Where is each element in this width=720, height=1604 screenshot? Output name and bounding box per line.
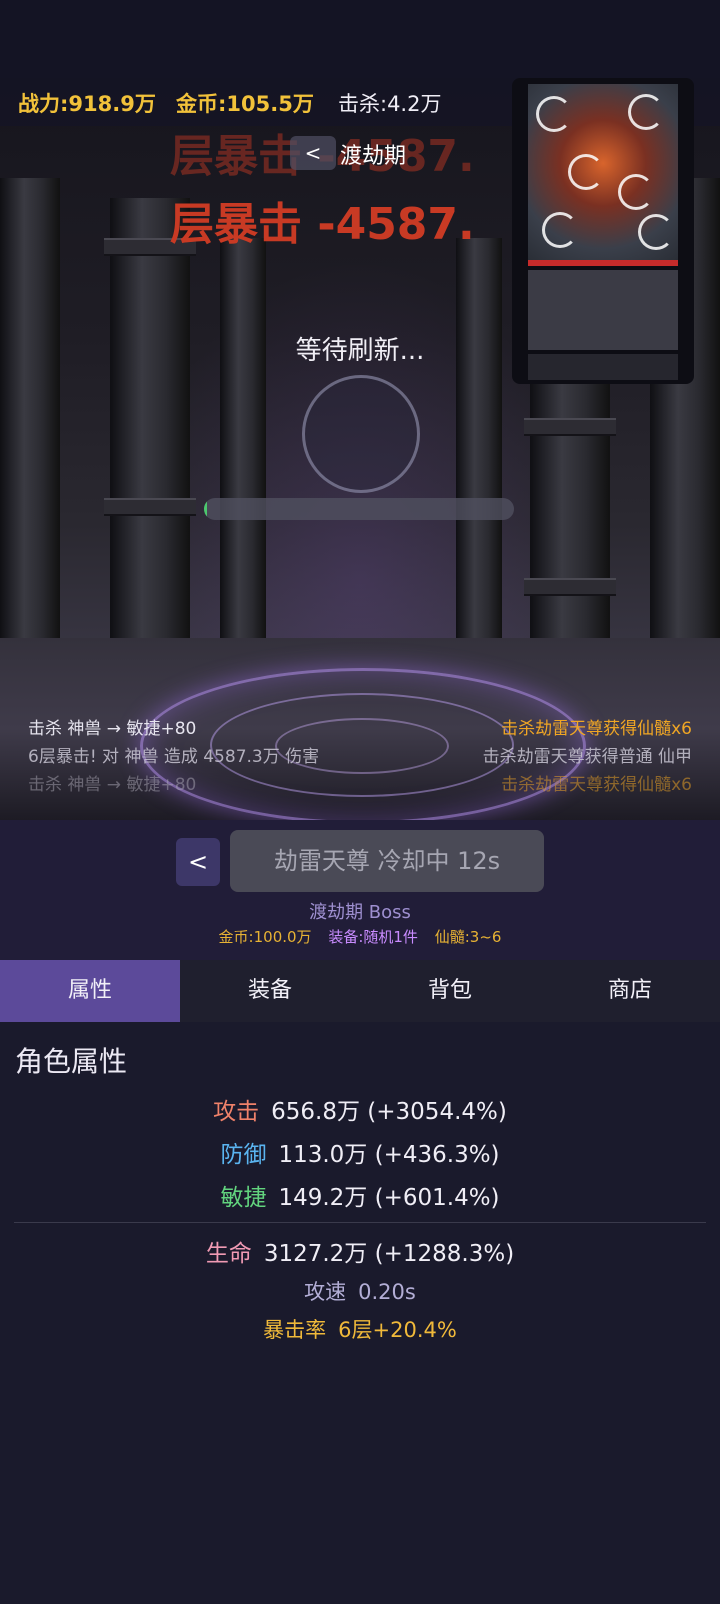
pillar-right-inner — [456, 238, 502, 658]
attr-crit-label: 暴击率 — [263, 1318, 327, 1342]
log-left-1: 击杀 神兽 → 敏捷+80 — [28, 719, 197, 739]
boss-subtitle: 渡劫期 Boss — [309, 902, 411, 923]
blade-icon — [542, 212, 578, 248]
minimap-battle — [528, 84, 678, 260]
tab-bar: 属性 装备 背包 商店 — [0, 960, 720, 1022]
blade-icon — [536, 96, 572, 132]
minimap-preview[interactable] — [512, 78, 694, 384]
reward-equip: 装备:随机1件 — [328, 928, 418, 946]
boss-rewards: 金币:100.0万 装备:随机1件 仙髓:3~6 — [0, 926, 720, 947]
blade-icon — [618, 174, 654, 210]
status-bar — [0, 0, 720, 78]
attr-hp-value: 3127.2万 (+1288.3%) — [263, 1241, 515, 1267]
log-left-2: 6层暴击! 对 神兽 造成 4587.3万 伤害 — [28, 747, 320, 767]
section-title: 角色属性 — [15, 1045, 128, 1078]
realm-title: 渡劫期 — [340, 144, 407, 169]
log-right-3: 击杀劫雷天尊获得仙髓x6 — [501, 775, 692, 795]
spawn-ring — [302, 375, 420, 493]
boss-back-button[interactable]: < — [176, 838, 220, 886]
minimap-nav — [528, 354, 678, 380]
attr-defense-value: 113.0万 (+436.3%) — [278, 1142, 500, 1168]
minimap-panel — [528, 270, 678, 350]
tab-bag[interactable]: 背包 — [360, 960, 540, 1022]
blade-icon — [638, 214, 674, 250]
scene-back-button[interactable]: < — [290, 136, 336, 170]
blade-icon — [568, 154, 604, 190]
attr-hp: 生命 3127.2万 (+1288.3%) — [0, 1234, 720, 1268]
boss-challenge-button[interactable]: 劫雷天尊 冷却中 12s — [230, 830, 544, 892]
attr-divider — [14, 1222, 706, 1223]
kill-stat: 击杀:4.2万 — [338, 92, 442, 116]
log-right-2: 击杀劫雷天尊获得普通 仙甲 — [482, 747, 692, 767]
attr-speed-value: 0.20s — [358, 1280, 416, 1304]
attr-speed: 攻速 0.20s — [0, 1276, 720, 1306]
refresh-progress-bar — [204, 498, 514, 520]
attr-defense-label: 防御 — [220, 1142, 267, 1168]
attr-attack-label: 攻击 — [213, 1099, 260, 1125]
reward-xs: 仙髓:3~6 — [434, 928, 502, 946]
attr-agility-value: 149.2万 (+601.4%) — [278, 1185, 500, 1211]
minimap-hp-bar — [528, 260, 678, 266]
tab-attributes[interactable]: 属性 — [0, 960, 180, 1022]
reward-gold: 金币:100.0万 — [218, 928, 312, 946]
attr-attack: 攻击 656.8万 (+3054.4%) — [0, 1092, 720, 1126]
attr-crit-value: 6层+20.4% — [338, 1318, 457, 1342]
log-right-1: 击杀劫雷天尊获得仙髓x6 — [501, 719, 692, 739]
attr-attack-value: 656.8万 (+3054.4%) — [271, 1099, 507, 1125]
pillar-left-inner — [220, 238, 266, 658]
tab-equipment[interactable]: 装备 — [180, 960, 360, 1022]
blade-icon — [628, 94, 664, 130]
attr-hp-label: 生命 — [205, 1241, 252, 1267]
tab-shop[interactable]: 商店 — [540, 960, 720, 1022]
floating-crit-damage: 层暴击 -4587. — [170, 199, 475, 250]
gold-stat: 金币:105.5万 — [176, 92, 314, 116]
attr-defense: 防御 113.0万 (+436.3%) — [0, 1135, 720, 1169]
attr-speed-label: 攻速 — [304, 1280, 347, 1304]
attr-agility: 敏捷 149.2万 (+601.4%) — [0, 1178, 720, 1212]
log-left-3: 击杀 神兽 → 敏捷+80 — [28, 775, 197, 795]
power-stat: 战力:918.9万 — [18, 92, 156, 116]
attr-crit: 暴击率 6层+20.4% — [0, 1314, 720, 1344]
attr-agility-label: 敏捷 — [220, 1185, 267, 1211]
